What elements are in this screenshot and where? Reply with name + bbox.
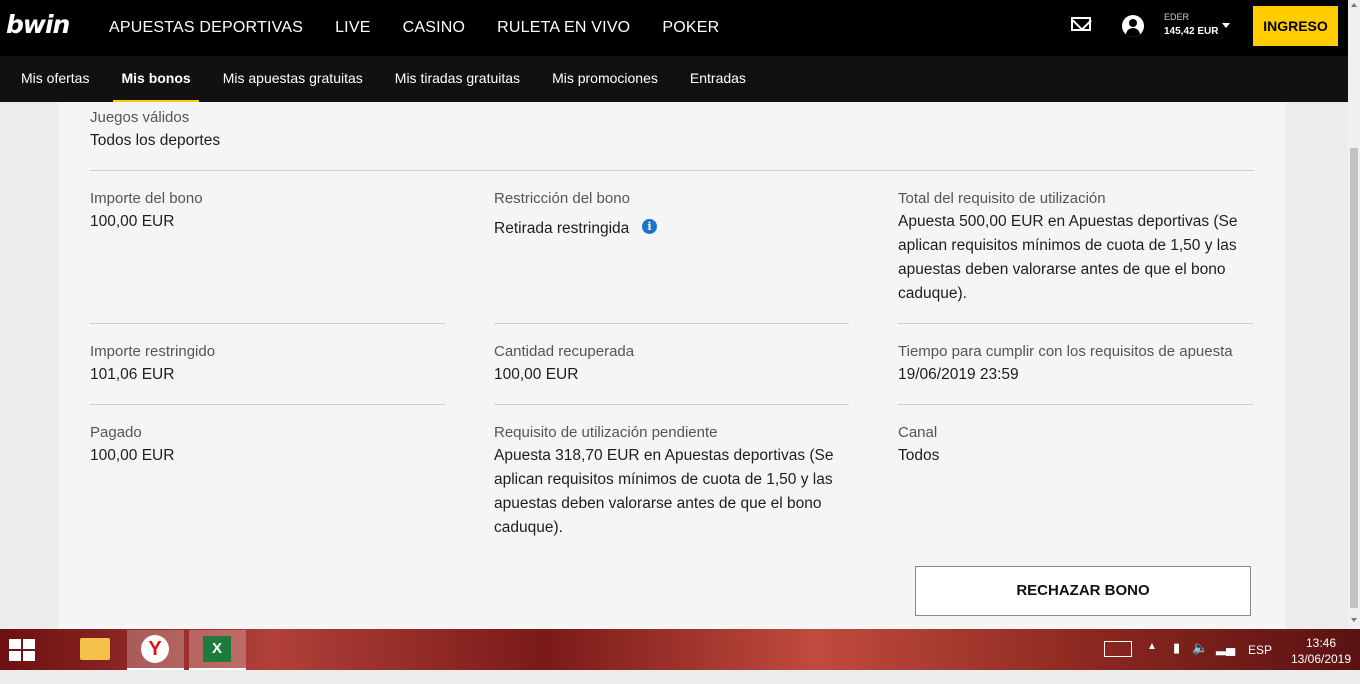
chevron-down-icon[interactable] (1222, 23, 1230, 28)
valid-games-value: Todos los deportes (90, 132, 221, 149)
login-button[interactable]: INGRESO (1253, 6, 1338, 46)
scroll-up-icon[interactable] (1351, 3, 1357, 7)
time: 13:46 (1305, 636, 1337, 650)
balance: 145,42 EUR (1164, 26, 1219, 37)
network-icon[interactable]: ▂▄ (1216, 640, 1235, 681)
reject-bonus-button[interactable]: RECHAZAR BONO (915, 566, 1251, 616)
scroll-down-icon[interactable] (1351, 618, 1357, 622)
tab-mis-bonos[interactable]: Mis bonos (113, 70, 199, 103)
recovered-amount-label: Cantidad recuperada (494, 343, 635, 360)
nav-apuestas-deportivas[interactable]: APUESTAS DEPORTIVAS (109, 19, 303, 37)
restricted-amount-value: 101,06 EUR (90, 366, 175, 383)
main-nav: APUESTAS DEPORTIVAS LIVE CASINO RULETA E… (109, 19, 719, 37)
nav-live[interactable]: LIVE (335, 19, 371, 37)
bwin-logo[interactable]: bwin (6, 10, 70, 39)
total-requirement-value: Apuesta 500,00 EUR en Apuestas deportiva… (898, 213, 1238, 302)
tab-mis-tiradas-gratuitas[interactable]: Mis tiradas gratuitas (395, 70, 520, 86)
valid-games-label: Juegos válidos (90, 109, 190, 126)
nav-ruleta-en-vivo[interactable]: RULETA EN VIVO (497, 19, 630, 37)
divider (90, 170, 1254, 171)
scroll-thumb[interactable] (1350, 148, 1358, 608)
bonus-amount-value: 100,00 EUR (90, 213, 175, 230)
pending-requirement-label: Requisito de utilización pendiente (494, 424, 718, 441)
yandex-icon: Y (141, 635, 169, 663)
date: 13/06/2019 (1290, 652, 1352, 666)
pending-requirement-value: Apuesta 318,70 EUR en Apuestas deportiva… (494, 447, 834, 536)
divider (90, 323, 445, 324)
bonus-amount-label: Importe del bono (90, 190, 203, 207)
clock[interactable]: 13:46 13/06/2019 (1284, 635, 1358, 667)
divider (494, 323, 849, 324)
file-explorer-app[interactable] (66, 630, 123, 668)
divider (898, 323, 1253, 324)
top-bar: bwin APUESTAS DEPORTIVAS LIVE CASINO RUL… (0, 0, 1348, 56)
restriction-value: Retirada restringida (494, 220, 630, 237)
taskbar: Y X ▲ ▮ 🔈 ▂▄ ESP 13:46 13/06/2019 (0, 629, 1360, 670)
user-icon[interactable] (1122, 15, 1144, 37)
recovered-amount-value: 100,00 EUR (494, 366, 579, 383)
total-requirement-label: Total del requisito de utilización (898, 190, 1106, 207)
restriction-label: Restricción del bono (494, 190, 630, 207)
nav-poker[interactable]: POKER (662, 19, 719, 37)
volume-icon[interactable]: 🔈 (1192, 640, 1208, 681)
battery-icon[interactable]: ▮ (1173, 640, 1180, 681)
folder-icon (80, 638, 110, 660)
windows-start-icon[interactable] (9, 639, 35, 661)
sub-nav-bar: Mis ofertas Mis bonos Mis apuestas gratu… (0, 56, 1348, 103)
channel-value: Todos (898, 447, 940, 464)
tab-entradas[interactable]: Entradas (690, 70, 746, 86)
yandex-browser-app[interactable]: Y (127, 630, 184, 670)
mail-icon[interactable] (1071, 17, 1091, 31)
paid-value: 100,00 EUR (90, 447, 175, 464)
info-icon[interactable]: i (642, 219, 657, 234)
divider (898, 404, 1253, 405)
tab-mis-ofertas[interactable]: Mis ofertas (21, 70, 89, 86)
restricted-amount-label: Importe restringido (90, 343, 216, 360)
account-info[interactable]: EDER 145,42 EUR (1164, 12, 1218, 37)
excel-icon: X (203, 636, 231, 662)
divider (494, 404, 849, 405)
keyboard-icon[interactable] (1104, 641, 1132, 657)
nav-casino[interactable]: CASINO (403, 19, 466, 37)
channel-label: Canal (898, 424, 938, 441)
sub-nav: Mis ofertas Mis bonos Mis apuestas gratu… (21, 70, 746, 103)
scrollbar[interactable] (1348, 0, 1360, 630)
chevron-up-icon[interactable]: ▲ (1147, 641, 1157, 682)
time-requirement-value: 19/06/2019 23:59 (898, 366, 1019, 383)
paid-label: Pagado (90, 424, 142, 441)
excel-app[interactable]: X (189, 630, 246, 670)
time-requirement-label: Tiempo para cumplir con los requisitos d… (898, 343, 1233, 360)
tab-mis-promociones[interactable]: Mis promociones (552, 70, 658, 86)
tab-mis-apuestas-gratuitas[interactable]: Mis apuestas gratuitas (223, 70, 363, 86)
divider (90, 404, 445, 405)
language-indicator[interactable]: ESP (1248, 643, 1272, 684)
bonus-panel (58, 102, 1286, 630)
user-name: EDER (1164, 12, 1190, 22)
